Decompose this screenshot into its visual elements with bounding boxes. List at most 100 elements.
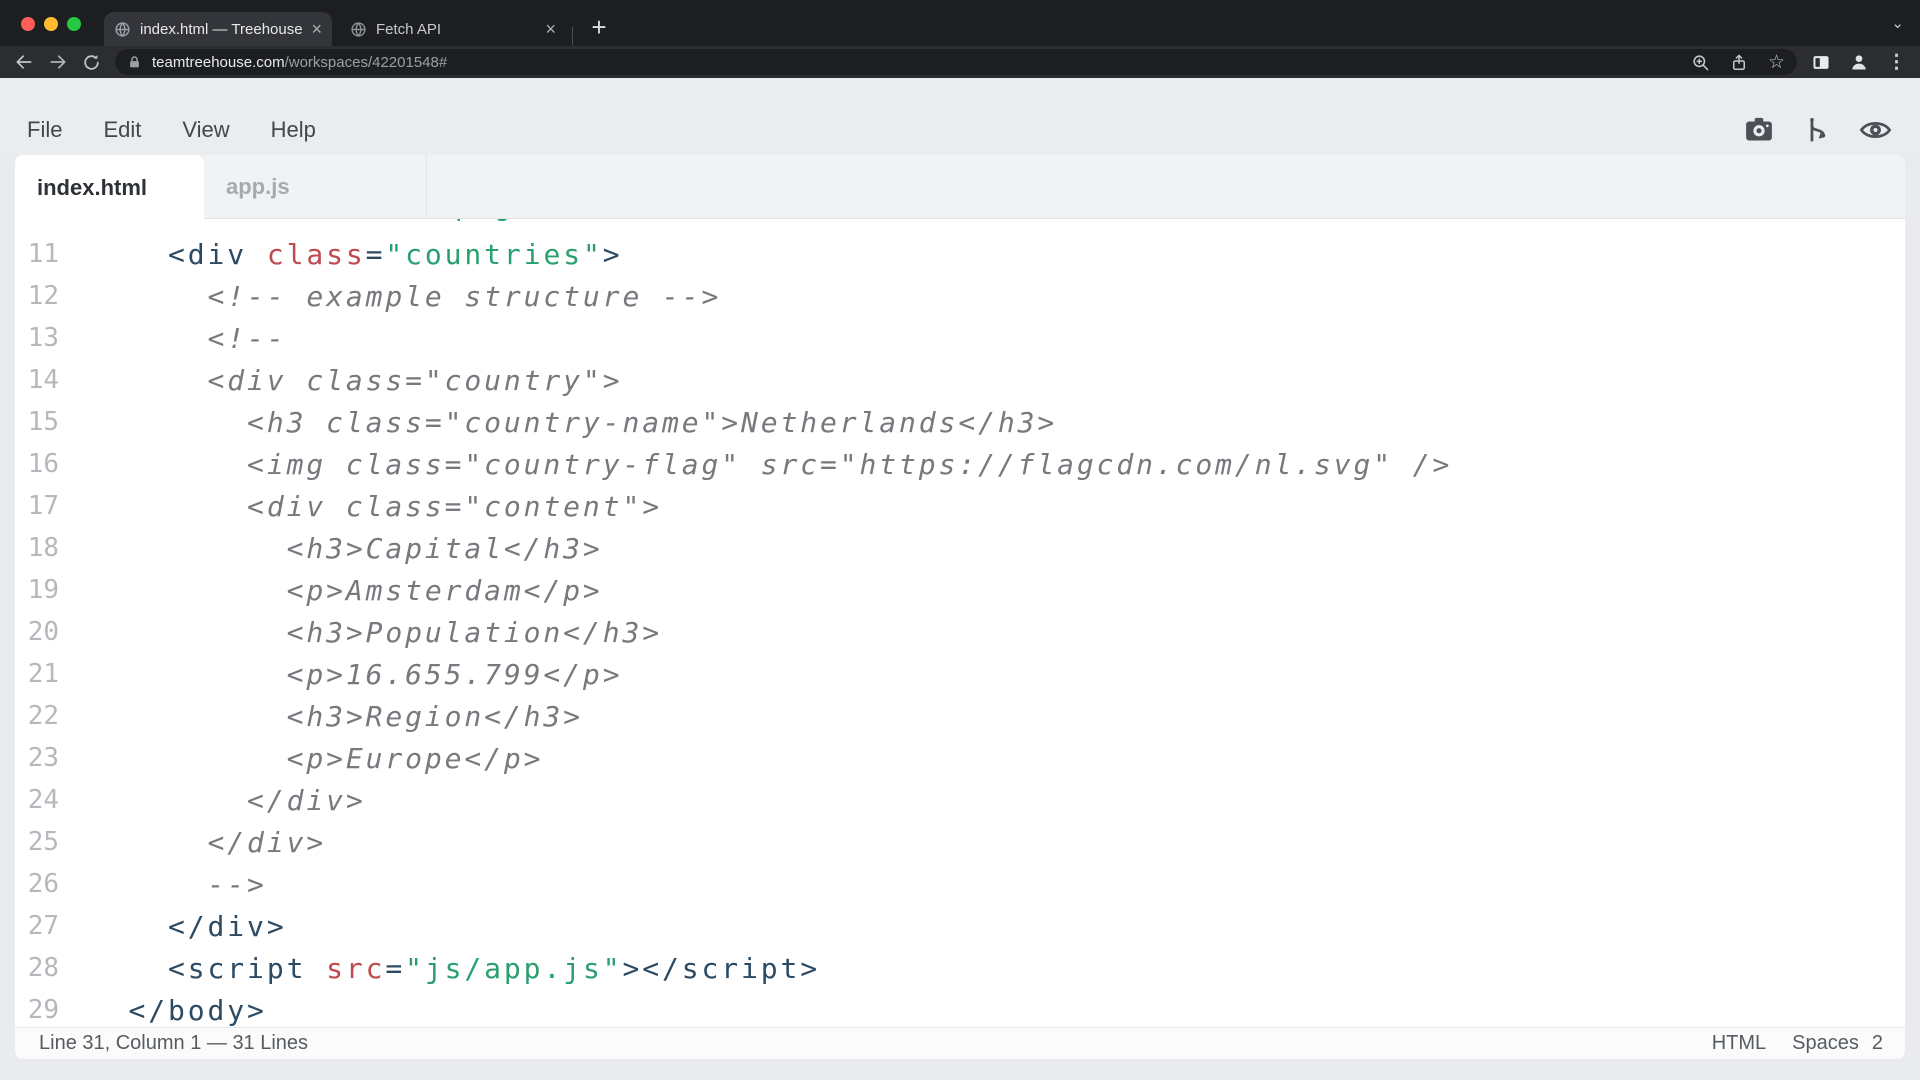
browser-tab-inactive[interactable]: Fetch API × — [340, 12, 566, 46]
code-token: ></script> — [622, 952, 820, 985]
reload-icon[interactable] — [82, 53, 101, 72]
code-token: </div> — [89, 826, 326, 859]
browser-tab-title: Fetch API — [376, 21, 537, 38]
code-line[interactable]: 20 <h3>Population</h3> — [15, 611, 1905, 653]
chrome-menu-icon[interactable]: ⋮ — [1887, 51, 1906, 74]
code-line-content: <h3 class="country-name">Netherlands</h3… — [89, 406, 1057, 439]
url-bar[interactable]: teamtreehouse.com/workspaces/42201548# ☆ — [115, 49, 1797, 75]
code-line[interactable]: 27 </div> — [15, 905, 1905, 947]
fork-icon[interactable] — [1804, 116, 1829, 144]
url-domain: teamtreehouse.com — [152, 54, 285, 71]
code-line[interactable]: 23 <p>Europe</p> — [15, 737, 1905, 779]
code-line[interactable]: 17 <div class="content"> — [15, 485, 1905, 527]
browser-toolbar: teamtreehouse.com/workspaces/42201548# ☆ — [0, 46, 1920, 78]
side-panel-icon[interactable] — [1811, 53, 1831, 72]
menu-edit[interactable]: Edit — [103, 117, 141, 143]
code-line-content: <div class="content"> — [89, 490, 662, 523]
code-line-content: <p>16.655.799</p> — [89, 658, 622, 691]
code-line[interactable]: 15 <h3 class="country-name">Netherlands<… — [15, 401, 1905, 443]
code-line-content: --> — [89, 868, 267, 901]
code-line-content: <h3>Population</h3> — [89, 616, 662, 649]
code-token: class — [317, 219, 416, 222]
code-line[interactable]: 26 --> — [15, 863, 1905, 905]
code-line[interactable]: 19 <p>Amsterdam</p> — [15, 569, 1905, 611]
code-token: = — [366, 238, 386, 271]
code-line[interactable]: 18 <h3>Capital</h3> — [15, 527, 1905, 569]
code-line[interactable]: 29 </body> — [15, 989, 1905, 1027]
code-line[interactable]: 25 </div> — [15, 821, 1905, 863]
line-number: 24 — [15, 785, 59, 815]
minimize-window-button[interactable] — [44, 17, 58, 31]
browser-tab-active[interactable]: index.html — Treehouse Works × — [104, 12, 332, 46]
code-token: = — [415, 219, 435, 222]
close-tab-icon[interactable]: × — [545, 20, 556, 38]
code-token: <p>Amsterdam</p> — [89, 574, 603, 607]
code-line[interactable]: 21 <p>16.655.799</p> — [15, 653, 1905, 695]
editor-tab-app-js[interactable]: app.js — [204, 155, 427, 218]
profile-avatar-icon[interactable] — [1849, 52, 1869, 72]
close-window-button[interactable] — [21, 17, 35, 31]
code-line-content: </div> — [89, 826, 326, 859]
code-line-content: <p>Europe</p> — [89, 742, 543, 775]
code-line-content: <p>Amsterdam</p> — [89, 574, 603, 607]
code-line-content: <script src="js/app.js"></script> — [89, 952, 820, 985]
code-token: <h3>Capital</h3> — [89, 532, 603, 565]
line-number: 23 — [15, 743, 59, 773]
line-number: 28 — [15, 953, 59, 983]
editor-tab-label: app.js — [226, 174, 290, 200]
editor-tab-label: index.html — [37, 175, 147, 201]
back-icon[interactable] — [14, 52, 34, 72]
tab-separator — [572, 27, 573, 45]
menu-view[interactable]: View — [182, 117, 229, 143]
line-number: 14 — [15, 365, 59, 395]
code-line[interactable]: 11 <div class="countries"> — [15, 233, 1905, 275]
code-line[interactable]: 13 <!-- — [15, 317, 1905, 359]
code-line[interactable]: 12 <!-- example structure --> — [15, 275, 1905, 317]
code-line[interactable]: 28 <script src="js/app.js"></script> — [15, 947, 1905, 989]
code-token: <script — [89, 952, 326, 985]
syntax-mode-selector[interactable]: HTML — [1712, 1032, 1766, 1055]
line-number: 12 — [15, 281, 59, 311]
forward-icon[interactable] — [48, 52, 68, 72]
line-number: 11 — [15, 239, 59, 269]
fullscreen-window-button[interactable] — [67, 17, 81, 31]
globe-favicon-icon — [114, 21, 131, 38]
share-icon[interactable] — [1730, 53, 1748, 72]
indent-type-selector[interactable]: Spaces — [1792, 1032, 1859, 1055]
code-line-content: </div> — [89, 910, 287, 943]
code-editor[interactable]: <h1 class="page-title"> 11 <div class="c… — [15, 219, 1905, 1027]
new-tab-button[interactable]: + — [584, 13, 614, 43]
code-token: <!-- — [89, 322, 287, 355]
code-token: "countries" — [385, 238, 602, 271]
code-token: <div class="content"> — [89, 490, 662, 523]
code-line[interactable]: 14 <div class="country"> — [15, 359, 1905, 401]
indent-size-selector[interactable]: 2 — [1872, 1032, 1883, 1055]
url-path: /workspaces/42201548# — [285, 54, 448, 71]
code-token: "js/app.js" — [405, 952, 622, 985]
cursor-position-text: Line 31, Column 1 — 31 Lines — [39, 1032, 308, 1055]
code-token: </body> — [89, 994, 267, 1027]
menu-help[interactable]: Help — [271, 117, 316, 143]
code-token: "page-title" — [435, 219, 672, 222]
browser-tab-title: index.html — Treehouse Works — [140, 21, 303, 38]
code-line[interactable]: 22 <h3>Region</h3> — [15, 695, 1905, 737]
bookmark-star-icon[interactable]: ☆ — [1768, 53, 1785, 72]
code-token: src — [326, 952, 385, 985]
line-number: 17 — [15, 491, 59, 521]
menu-file[interactable]: File — [27, 117, 62, 143]
zoom-page-icon[interactable] — [1691, 53, 1710, 72]
line-number: 21 — [15, 659, 59, 689]
code-token: <img class="country-flag" src="https://f… — [89, 448, 1452, 481]
code-line[interactable]: 16 <img class="country-flag" src="https:… — [15, 443, 1905, 485]
lock-icon[interactable] — [127, 54, 142, 70]
code-line-content: <div class="country"> — [89, 364, 622, 397]
preview-eye-icon[interactable] — [1859, 117, 1892, 143]
code-token: <h3>Population</h3> — [89, 616, 662, 649]
snapshot-camera-icon[interactable] — [1744, 116, 1774, 143]
code-line[interactable]: 24 </div> — [15, 779, 1905, 821]
close-tab-icon[interactable]: × — [311, 20, 322, 38]
editor-tab-index-html[interactable]: index.html — [15, 155, 204, 220]
globe-favicon-icon — [350, 21, 367, 38]
tab-search-chevron-icon[interactable]: ⌄ — [1891, 14, 1904, 32]
editor-panel: index.html app.js <h1 class="page-title"… — [15, 155, 1905, 1059]
